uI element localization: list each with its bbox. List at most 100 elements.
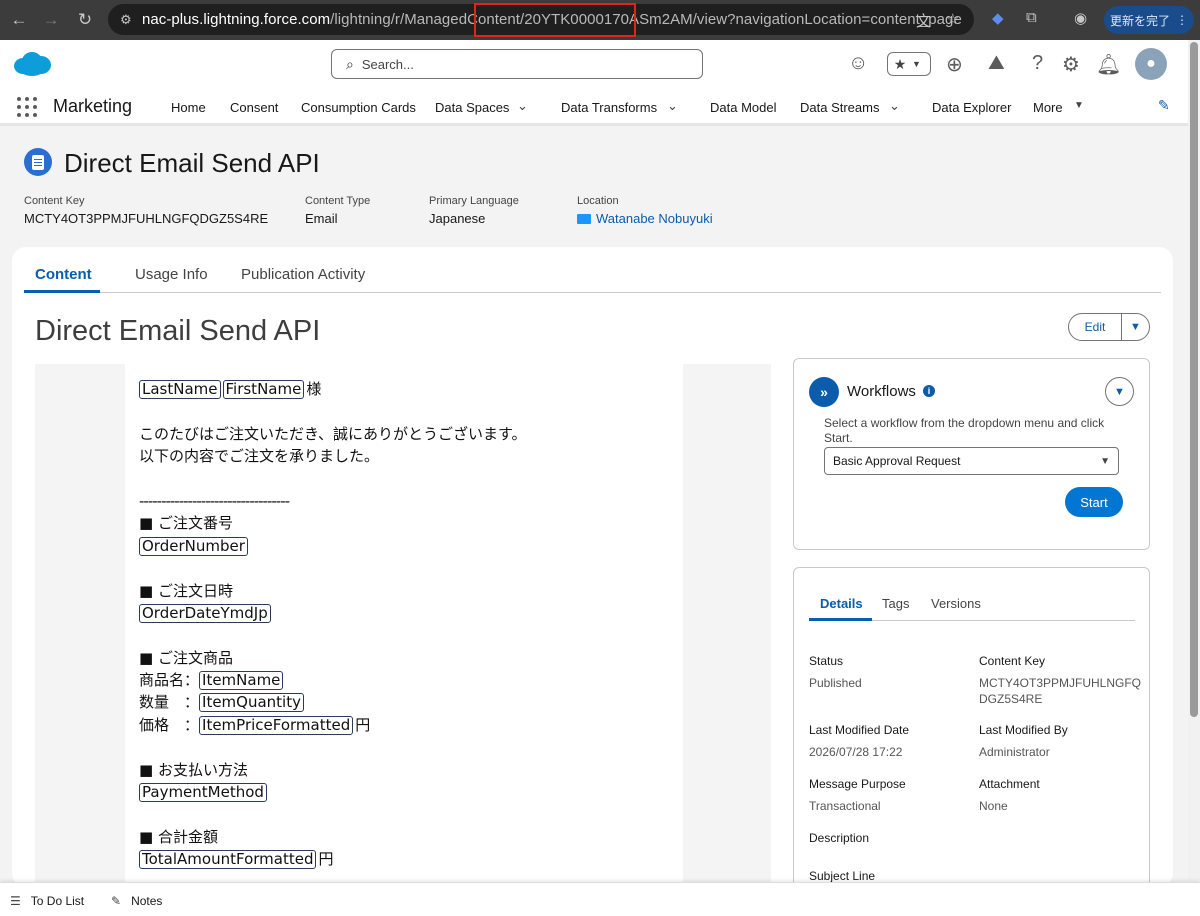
chevron-down-icon[interactable]: ⌄ (667, 98, 678, 114)
search-icon: ⌕ (346, 55, 354, 72)
nav-item-data-transforms[interactable]: Data Transforms (561, 100, 657, 115)
workflows-title: Workflows (847, 383, 916, 400)
workflows-card: » Workflows i ▼ Select a workflow from t… (793, 358, 1150, 550)
detail-message-purpose: Message Purpose Transactional (809, 777, 906, 813)
utility-bar: ☰ To Do List ✎ Notes (0, 882, 1200, 916)
detail-attachment: Attachment None (979, 777, 1040, 813)
detail-last-modified-by: Last Modified By Administrator (979, 723, 1068, 759)
avatar[interactable]: ● (1135, 48, 1167, 80)
field-content-key: Content Key MCTY4OT3PPMJFUHLNGFQDGZ5S4RE (24, 195, 269, 226)
reload-icon[interactable]: ↻ (70, 5, 100, 35)
edit-button-group: Edit ▼ (1068, 313, 1150, 341)
star-icon: ★ (893, 55, 907, 72)
app-navigation: Marketing Home Consent Consumption Cards… (0, 88, 1188, 126)
einstein-icon[interactable]: ☺ (848, 52, 868, 75)
back-icon[interactable]: ← (4, 5, 34, 35)
field-location: Location Watanabe Nobuyuki (577, 195, 713, 226)
trailhead-icon[interactable]: ⛰ (988, 52, 1005, 75)
browser-toolbar: ← → ↻ ⚙ nac-plus.lightning.force.com/lig… (0, 0, 1200, 40)
nav-item-data-streams[interactable]: Data Streams (800, 100, 879, 115)
translate-icon[interactable]: 文 (916, 10, 931, 31)
start-button[interactable]: Start (1065, 487, 1123, 517)
add-icon[interactable]: ⊕ (946, 52, 963, 77)
email-body: LastName FirstName 様 このたびはご注文いただき、誠にありがとうご… (125, 364, 683, 887)
field-primary-language: Primary Language Japanese (429, 195, 519, 226)
merge-field-token[interactable]: ItemPriceFormatted (199, 715, 354, 735)
content-title: Direct Email Send API (35, 315, 321, 347)
chevron-down-icon[interactable]: ▼ (1122, 314, 1149, 340)
chevron-down-icon: ▼ (1100, 455, 1110, 467)
merge-field-token[interactable]: TotalAmountFormatted (139, 850, 317, 870)
email-preview: LastName FirstName 様 このたびはご注文いただき、誠にありがとうご… (35, 364, 771, 887)
global-header: ⌕ Search... ☺ ★ ▼ ⊕ ⛰ ? ⚙ 🔔︎ ● (0, 40, 1188, 88)
kebab-icon: ⋮ (1176, 13, 1188, 27)
folder-icon (577, 214, 591, 224)
field-content-type: Content Type Email (305, 195, 371, 226)
detail-status: Status Published (809, 654, 862, 690)
update-button[interactable]: 更新を完了 ⋮ (1104, 6, 1194, 34)
page-title: Direct Email Send API (64, 148, 320, 178)
chevron-down-icon[interactable]: ▼ (1105, 377, 1134, 406)
favorites-button[interactable]: ★ ▼ (887, 52, 931, 76)
gear-icon[interactable]: ⚙ (1062, 52, 1080, 77)
merge-field-token[interactable]: FirstName (222, 380, 305, 399)
merge-field-token[interactable]: ItemName (199, 671, 284, 691)
bookmark-star-icon[interactable]: ☆ (946, 10, 959, 28)
tab-usage-info[interactable]: Usage Info (135, 266, 208, 283)
details-tabs: Details Tags Versions (809, 586, 1135, 621)
record-id-highlight (474, 3, 636, 37)
merge-field-token[interactable]: ItemQuantity (199, 693, 304, 713)
detail-last-modified-date: Last Modified Date 2026/07/28 17:22 (809, 723, 910, 759)
nav-item-data-model[interactable]: Data Model (710, 100, 776, 115)
chevron-down-icon[interactable]: ▼ (1074, 100, 1084, 111)
detail-subject-line: Subject Line (809, 869, 876, 883)
merge-field-token[interactable]: OrderNumber (139, 536, 248, 556)
location-link[interactable]: Watanabe Nobuyuki (577, 211, 713, 226)
scrollbar-thumb[interactable] (1190, 42, 1198, 717)
notes-icon: ✎ (111, 894, 122, 908)
workflow-select[interactable]: Basic Approval Request ▼ (824, 447, 1119, 475)
nav-item-consumption-cards[interactable]: Consumption Cards (301, 100, 416, 115)
workflows-description: Select a workflow from the dropdown menu… (824, 416, 1105, 445)
nav-item-home[interactable]: Home (171, 100, 206, 115)
merge-field-token[interactable]: PaymentMethod (139, 783, 267, 803)
app-launcher-icon[interactable] (17, 97, 37, 117)
forward-icon[interactable]: → (36, 5, 66, 35)
edit-nav-icon[interactable]: ✎ (1158, 97, 1170, 114)
content-icon (24, 148, 52, 176)
edit-button[interactable]: Edit (1069, 314, 1122, 340)
profile-icon[interactable]: ◉ (1074, 9, 1087, 27)
nav-item-more[interactable]: More (1033, 100, 1063, 115)
tab-publication-activity[interactable]: Publication Activity (241, 266, 365, 283)
page-scrollbar[interactable] (1188, 40, 1200, 880)
help-icon[interactable]: ? (1032, 52, 1043, 75)
salesforce-logo-icon[interactable] (12, 50, 52, 78)
tab-content[interactable]: Content (35, 266, 92, 283)
nav-item-data-spaces[interactable]: Data Spaces (435, 100, 509, 115)
active-tab-indicator (24, 290, 100, 293)
app-name: Marketing (53, 96, 133, 116)
chevron-down-icon[interactable]: ⌄ (889, 98, 900, 114)
info-icon[interactable]: i (923, 385, 935, 397)
merge-field-token[interactable]: OrderDateYmdJp (139, 603, 271, 623)
site-info-icon[interactable]: ⚙ (120, 12, 142, 28)
bell-icon[interactable]: 🔔︎ (1096, 52, 1121, 77)
tab-tags[interactable]: Tags (882, 596, 909, 611)
tab-versions[interactable]: Versions (931, 596, 981, 611)
content-card: Content Usage Info Publication Activity … (12, 247, 1173, 897)
todo-list-button[interactable]: ☰ To Do List (10, 894, 84, 908)
workflow-icon: » (809, 377, 839, 407)
detail-content-key: Content Key MCTY4OT3PPMJFUHLNGFQ DGZ5S4R… (979, 654, 1142, 706)
extension-icon[interactable]: ◆ (992, 9, 1004, 27)
extensions-puzzle-icon[interactable]: ⧉ (1026, 9, 1037, 26)
merge-field-token[interactable]: LastName (139, 380, 221, 399)
global-search-input[interactable]: ⌕ Search... (331, 49, 703, 79)
chevron-down-icon[interactable]: ⌄ (517, 98, 528, 114)
chevron-down-icon: ▼ (912, 59, 921, 69)
notes-button[interactable]: ✎ Notes (111, 894, 162, 908)
nav-item-data-explorer[interactable]: Data Explorer (932, 100, 1011, 115)
tab-details[interactable]: Details (820, 596, 863, 611)
record-tabs: Content Usage Info Publication Activity (24, 255, 1161, 293)
nav-item-consent[interactable]: Consent (230, 100, 278, 115)
list-icon: ☰ (10, 894, 21, 908)
